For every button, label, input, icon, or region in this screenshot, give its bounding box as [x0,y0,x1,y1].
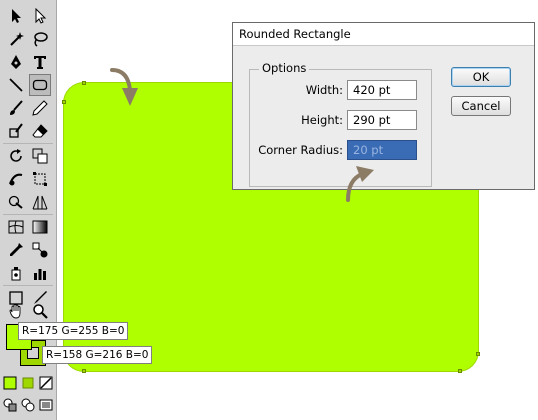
anchor-point[interactable] [82,369,86,373]
symbol-sprayer-tool-icon[interactable] [5,262,27,284]
height-label: Height: [301,113,343,127]
rotate-tool-icon[interactable] [5,145,27,167]
corner-radius-field[interactable] [347,140,417,160]
cancel-button[interactable]: Cancel [451,96,511,116]
perspective-grid-tool-icon[interactable] [29,191,51,213]
width-label: Width: [305,83,343,97]
anchor-point[interactable] [476,352,480,356]
shape-builder-tool-icon[interactable] [5,191,27,213]
tools-separator [3,285,53,286]
selection-tool-icon[interactable] [5,5,27,27]
corner-radius-label: Corner Radius: [258,143,343,157]
direct-selection-tool-icon[interactable] [29,5,51,27]
magic-wand-tool-icon[interactable] [5,28,27,50]
pencil-tool-icon[interactable] [29,97,51,119]
gradient-mode-icon[interactable] [19,374,37,392]
stroke-color-readout: R=158 G=216 B=0 [42,346,153,364]
ok-button[interactable]: OK [451,67,511,87]
annotation-arrow-icon [110,68,138,106]
hand-tool-icon[interactable] [5,300,27,322]
eraser-tool-icon[interactable] [29,120,51,142]
none-mode-icon[interactable] [37,374,55,392]
anchor-point[interactable] [458,369,462,373]
eyedropper-tool-icon[interactable] [5,239,27,261]
gradient-tool-icon[interactable] [29,216,51,238]
tools-separator [3,214,53,215]
annotation-arrow-icon [346,166,374,202]
height-field[interactable] [347,110,417,130]
fill-color-readout: R=175 G=255 B=0 [18,322,129,340]
lasso-tool-icon[interactable] [29,28,51,50]
free-transform-tool-icon[interactable] [29,168,51,190]
tools-separator [3,143,53,144]
warp-tool-icon[interactable] [5,168,27,190]
paintbrush-tool-icon[interactable] [5,97,27,119]
scale-tool-icon[interactable] [29,145,51,167]
anchor-point[interactable] [62,100,66,104]
options-legend: Options [259,61,310,75]
draw-normal-icon[interactable] [1,396,19,414]
blend-tool-icon[interactable] [29,239,51,261]
mesh-tool-icon[interactable] [5,216,27,238]
type-tool-icon[interactable] [29,51,51,73]
draw-behind-icon[interactable] [19,396,37,414]
anchor-point[interactable] [82,81,86,85]
color-mode-icon[interactable] [1,374,19,392]
line-segment-tool-icon[interactable] [5,74,27,96]
column-graph-tool-icon[interactable] [29,262,51,284]
zoom-tool-icon[interactable] [29,300,51,322]
dialog-title: Rounded Rectangle [233,23,534,46]
rounded-rectangle-tool-icon[interactable] [29,74,51,96]
blob-brush-tool-icon[interactable] [5,120,27,142]
rounded-rectangle-dialog: Rounded Rectangle Options Width: Height:… [232,22,535,190]
width-field[interactable] [347,80,417,100]
screen-mode-icon[interactable] [37,396,55,414]
pen-tool-icon[interactable] [5,51,27,73]
